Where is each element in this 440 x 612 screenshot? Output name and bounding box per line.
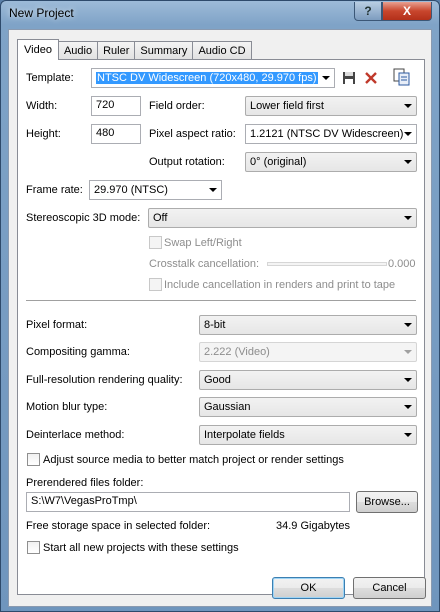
- adjust-source-label: Adjust source media to better match proj…: [43, 454, 344, 466]
- output-rotation-select[interactable]: 0° (original): [245, 152, 417, 172]
- field-order-select[interactable]: Lower field first: [245, 96, 417, 116]
- title-bar[interactable]: New Project ? X: [1, 1, 439, 25]
- template-combo[interactable]: NTSC DV Widescreen (720x480, 29.970 fps): [91, 68, 335, 88]
- chevron-down-icon: [404, 216, 412, 220]
- stereo-mode-select[interactable]: Off: [148, 208, 417, 228]
- chevron-down-icon: [404, 160, 412, 164]
- gamma-select[interactable]: 2.222 (Video): [199, 342, 417, 362]
- cancel-button[interactable]: Cancel: [353, 577, 426, 599]
- output-rotation-label: Output rotation:: [149, 156, 225, 168]
- video-tab-panel: Template: NTSC DV Widescreen (720x480, 2…: [17, 59, 425, 595]
- motion-blur-select[interactable]: Gaussian: [199, 397, 417, 417]
- close-button[interactable]: X: [382, 2, 432, 21]
- stereo-mode-value: Off: [153, 212, 168, 224]
- pixel-aspect-combo[interactable]: 1.2121 (NTSC DV Widescreen): [245, 124, 417, 144]
- fullres-quality-label: Full-resolution rendering quality:: [26, 374, 183, 386]
- tab-audio[interactable]: Audio: [57, 41, 99, 59]
- chevron-down-icon: [404, 104, 412, 108]
- pixel-format-value: 8-bit: [204, 319, 226, 331]
- window-title: New Project: [9, 6, 74, 20]
- pixel-format-select[interactable]: 8-bit: [199, 315, 417, 335]
- field-order-label: Field order:: [149, 100, 205, 112]
- swap-left-right-label: Swap Left/Right: [164, 237, 242, 249]
- frame-rate-combo[interactable]: 29.970 (NTSC): [89, 180, 222, 200]
- tab-strip: Video Audio Ruler Summary Audio CD: [17, 39, 252, 60]
- include-cancellation-checkbox[interactable]: [149, 278, 162, 291]
- chevron-down-icon: [404, 323, 412, 327]
- tab-ruler[interactable]: Ruler: [97, 41, 136, 59]
- deinterlace-label: Deinterlace method:: [26, 429, 125, 441]
- swap-left-right-checkbox[interactable]: [149, 236, 162, 249]
- gamma-value: 2.222 (Video): [204, 346, 270, 358]
- chevron-down-icon: [404, 378, 412, 382]
- browse-button[interactable]: Browse...: [356, 491, 418, 513]
- field-order-value: Lower field first: [250, 100, 324, 112]
- include-cancellation-label: Include cancellation in renders and prin…: [164, 279, 396, 291]
- tab-video[interactable]: Video: [17, 39, 59, 60]
- deinterlace-value: Interpolate fields: [204, 429, 285, 441]
- height-label: Height:: [26, 128, 61, 140]
- prerendered-folder-field[interactable]: S:\W7\VegasProTmp\: [26, 492, 350, 512]
- output-rotation-value: 0° (original): [250, 156, 307, 168]
- crosstalk-value: 0.000: [388, 258, 416, 270]
- motion-blur-label: Motion blur type:: [26, 401, 108, 413]
- pixel-format-label: Pixel format:: [26, 319, 88, 331]
- ok-button[interactable]: OK: [272, 577, 345, 599]
- free-space-value: 34.9 Gigabytes: [276, 520, 350, 532]
- pixel-aspect-value: 1.2121 (NTSC DV Widescreen): [250, 128, 404, 140]
- dialog-client: Video Audio Ruler Summary Audio CD Templ…: [8, 29, 432, 607]
- tab-audio-cd[interactable]: Audio CD: [192, 41, 252, 59]
- fullres-quality-value: Good: [204, 374, 231, 386]
- chevron-down-icon: [404, 350, 412, 354]
- new-project-window: New Project ? X Video Audio Ruler Summar…: [0, 0, 440, 612]
- start-all-projects-label: Start all new projects with these settin…: [43, 542, 239, 554]
- gamma-label: Compositing gamma:: [26, 346, 130, 358]
- chevron-down-icon: [404, 132, 412, 136]
- section-divider: [26, 300, 416, 302]
- motion-blur-value: Gaussian: [204, 401, 251, 413]
- width-field[interactable]: 720: [91, 96, 141, 116]
- copy-settings-icon[interactable]: [393, 68, 411, 86]
- save-icon[interactable]: [340, 69, 358, 87]
- chevron-down-icon: [404, 405, 412, 409]
- start-all-projects-checkbox[interactable]: [27, 541, 40, 554]
- prerendered-label: Prerendered files folder:: [26, 477, 144, 489]
- template-label: Template:: [26, 72, 74, 84]
- crosstalk-slider[interactable]: [267, 262, 387, 266]
- stereo-label: Stereoscopic 3D mode:: [26, 212, 141, 224]
- frame-rate-label: Frame rate:: [26, 184, 83, 196]
- pixel-aspect-label: Pixel aspect ratio:: [149, 128, 236, 140]
- delete-icon[interactable]: [362, 69, 380, 87]
- fullres-quality-select[interactable]: Good: [199, 370, 417, 390]
- crosstalk-label: Crosstalk cancellation:: [149, 258, 260, 270]
- adjust-source-checkbox[interactable]: [27, 453, 40, 466]
- height-field[interactable]: 480: [91, 124, 141, 144]
- tab-summary[interactable]: Summary: [134, 41, 194, 59]
- chevron-down-icon: [322, 76, 330, 80]
- frame-rate-value: 29.970 (NTSC): [94, 184, 168, 196]
- free-space-label: Free storage space in selected folder:: [26, 520, 211, 532]
- chevron-down-icon: [209, 188, 217, 192]
- template-value: NTSC DV Widescreen (720x480, 29.970 fps): [96, 72, 318, 84]
- help-button[interactable]: ?: [354, 2, 382, 21]
- chevron-down-icon: [404, 433, 412, 437]
- width-label: Width:: [26, 100, 58, 112]
- deinterlace-select[interactable]: Interpolate fields: [199, 425, 417, 445]
